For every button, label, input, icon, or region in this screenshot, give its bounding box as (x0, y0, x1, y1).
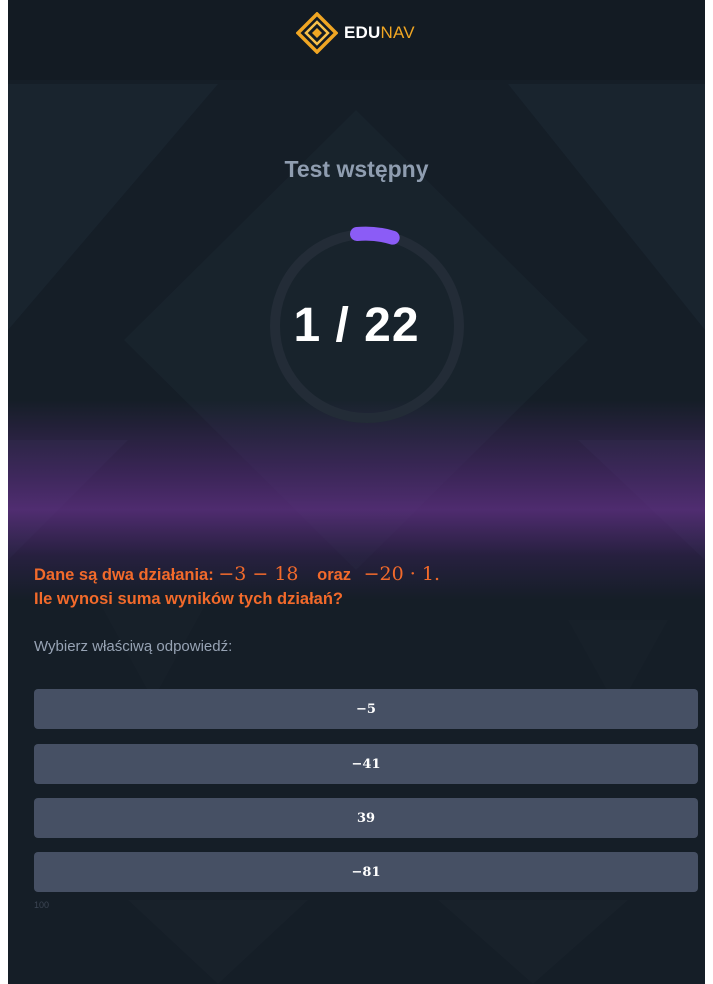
footnote-text: 100 (34, 900, 50, 910)
question-counter: 1 / 22 (293, 299, 420, 352)
answer-option-1[interactable]: −5 (34, 689, 698, 729)
expression-2: −20 · 1. (363, 563, 440, 585)
answer-option-2[interactable]: −41 (34, 744, 698, 784)
quiz-title: Test wstępny (284, 156, 429, 182)
quiz-content: Test wstępny 1 / 22 Dane są dwa działani… (8, 0, 705, 984)
question-line-2: Ile wynosi suma wyników tych działań? (34, 590, 343, 608)
question-line-1: Dane są dwa działania: −3 − 18 oraz −20 … (34, 562, 694, 587)
conjunction: oraz (317, 566, 352, 584)
question-text: Dane są dwa działania: −3 − 18 oraz −20 … (34, 562, 694, 611)
answer-hint: Wybierz właściwą odpowiedź: (34, 638, 233, 655)
answer-option-3[interactable]: 39 (34, 798, 698, 838)
answer-option-4[interactable]: −81 (34, 852, 698, 892)
expression-1: −3 − 18 (218, 563, 299, 585)
app-frame: EDUNAV Test wstępny 1 / 22 Dane są dwa d… (8, 0, 705, 984)
progress-arc (350, 226, 400, 245)
question-intro: Dane są dwa działania: (34, 566, 214, 584)
